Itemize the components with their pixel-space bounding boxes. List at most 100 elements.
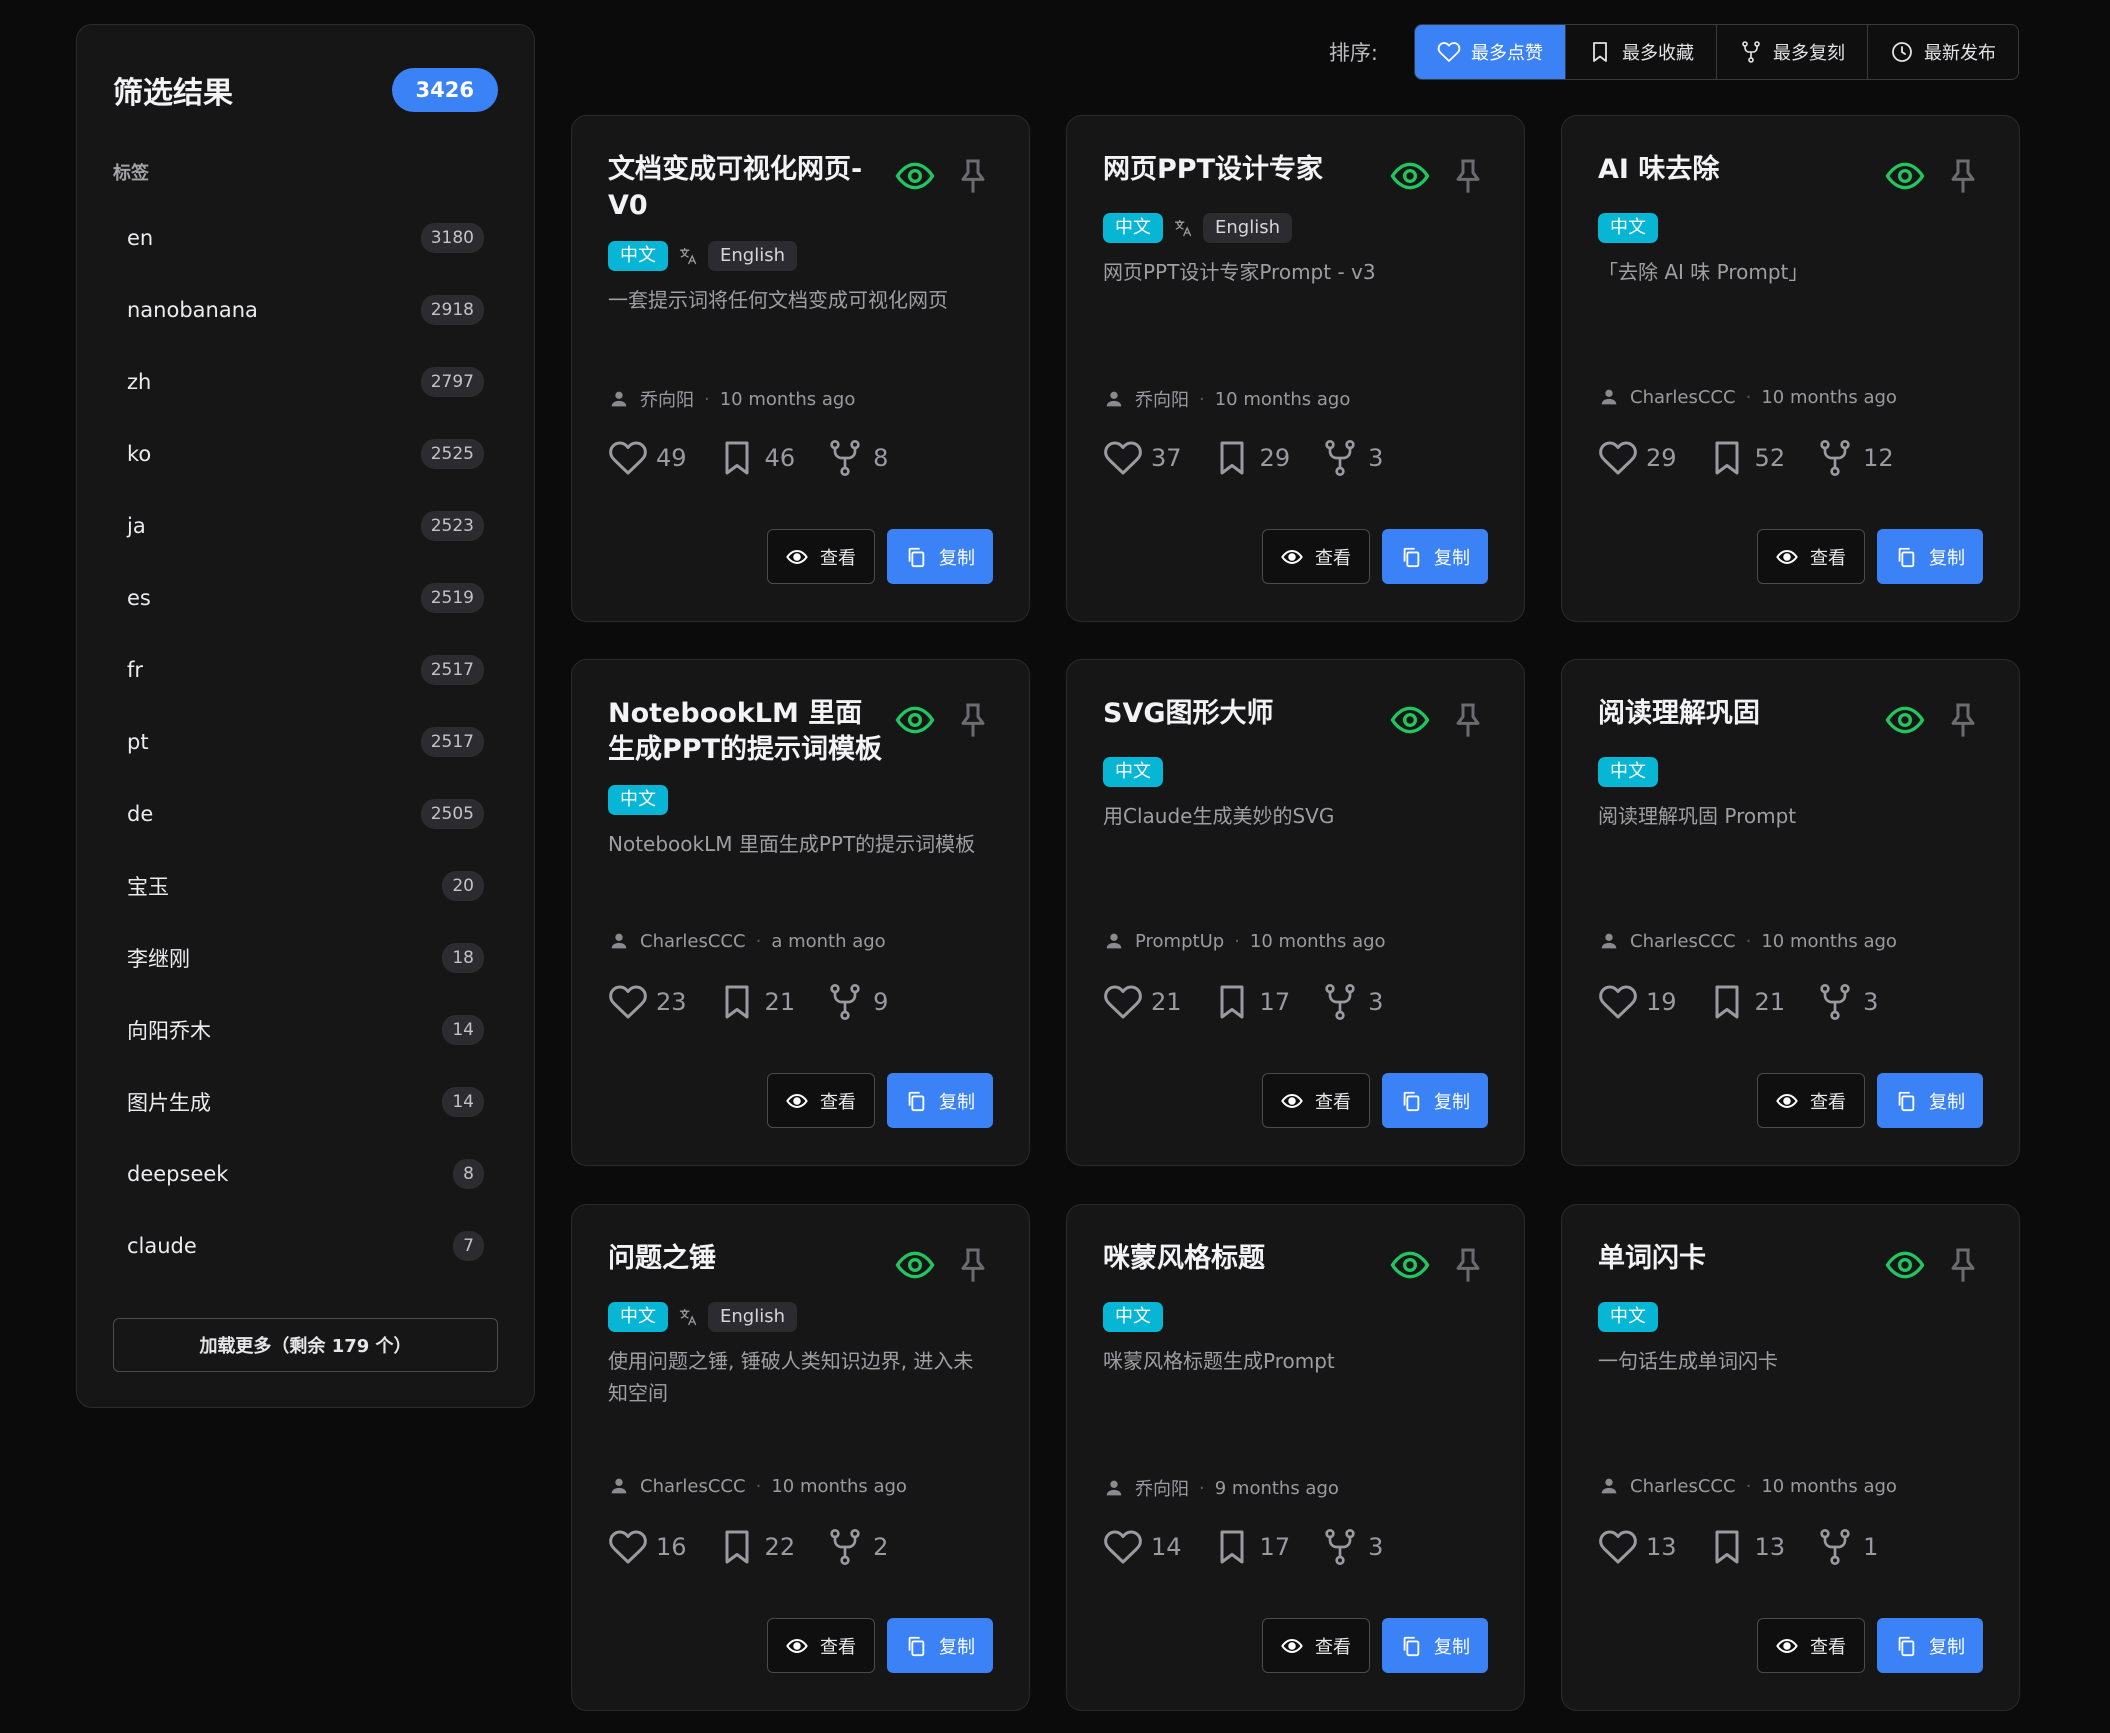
eye-icon[interactable] xyxy=(1390,156,1430,196)
copy-button[interactable]: 复制 xyxy=(887,1073,993,1128)
card-title[interactable]: AI 味去除 xyxy=(1598,152,1873,188)
save-stat[interactable]: 13 xyxy=(1707,1527,1785,1567)
like-stat[interactable]: 23 xyxy=(608,982,687,1022)
eye-icon[interactable] xyxy=(895,156,935,196)
fork-stat[interactable]: 3 xyxy=(1815,982,1878,1022)
tag-item-de[interactable]: de 2505 xyxy=(113,778,498,850)
sort-option-heart[interactable]: 最多点赞 xyxy=(1415,25,1566,79)
prompt-card[interactable]: 文档变成可视化网页-V0 中文 English 一套提示词将任何文档变成可视化网页 乔向… xyxy=(571,115,1030,622)
card-title[interactable]: 文档变成可视化网页-V0 xyxy=(608,152,883,224)
tag-item-nanobanana[interactable]: nanobanana 2918 xyxy=(113,274,498,346)
card-title[interactable]: 问题之锤 xyxy=(608,1241,883,1277)
eye-icon[interactable] xyxy=(1390,1245,1430,1285)
save-stat[interactable]: 52 xyxy=(1707,438,1785,478)
eye-icon[interactable] xyxy=(1885,700,1925,740)
fork-stat[interactable]: 3 xyxy=(1320,982,1383,1022)
pin-icon[interactable] xyxy=(1943,1245,1983,1285)
copy-button[interactable]: 复制 xyxy=(887,529,993,584)
tag-item-zh[interactable]: zh 2797 xyxy=(113,346,498,418)
like-stat[interactable]: 29 xyxy=(1598,438,1677,478)
like-stat[interactable]: 21 xyxy=(1103,982,1182,1022)
fork-stat[interactable]: 8 xyxy=(825,438,888,478)
save-stat[interactable]: 17 xyxy=(1212,1527,1290,1567)
pin-icon[interactable] xyxy=(1448,700,1488,740)
pin-icon[interactable] xyxy=(1943,700,1983,740)
tag-item-pt[interactable]: pt 2517 xyxy=(113,706,498,778)
prompt-card[interactable]: 咪蒙风格标题 中文 咪蒙风格标题生成Prompt 乔向阳 · 9 months ago 14… xyxy=(1066,1204,1525,1711)
copy-button[interactable]: 复制 xyxy=(1877,1073,1983,1128)
card-title[interactable]: 网页PPT设计专家 xyxy=(1103,152,1378,188)
pin-icon[interactable] xyxy=(953,1245,993,1285)
eye-icon[interactable] xyxy=(1885,1245,1925,1285)
prompt-card[interactable]: 阅读理解巩固 中文 阅读理解巩固 Prompt CharlesCCC · 10 month… xyxy=(1561,659,2020,1166)
tag-item-claude[interactable]: claude 7 xyxy=(113,1210,498,1282)
sort-option-clock[interactable]: 最新发布 xyxy=(1868,25,2018,79)
fork-stat[interactable]: 2 xyxy=(825,1527,888,1567)
eye-icon[interactable] xyxy=(1390,700,1430,740)
tag-item-图片生成[interactable]: 图片生成 14 xyxy=(113,1066,498,1138)
tag-item-向阳乔木[interactable]: 向阳乔木 14 xyxy=(113,994,498,1066)
prompt-card[interactable]: 问题之锤 中文 English 使用问题之锤, 锤破人类知识边界, 进入未知空间 Cha… xyxy=(571,1204,1030,1711)
card-title[interactable]: 阅读理解巩固 xyxy=(1598,696,1873,732)
sort-option-fork[interactable]: 最多复刻 xyxy=(1717,25,1868,79)
prompt-card[interactable]: AI 味去除 中文 「去除 AI 味 Prompt」 CharlesCCC · 10 mo… xyxy=(1561,115,2020,622)
pin-icon[interactable] xyxy=(953,700,993,740)
sort-option-bookmark[interactable]: 最多收藏 xyxy=(1566,25,1717,79)
eye-icon[interactable] xyxy=(895,1245,935,1285)
pin-icon[interactable] xyxy=(953,156,993,196)
pin-icon[interactable] xyxy=(1448,156,1488,196)
copy-button[interactable]: 复制 xyxy=(1877,529,1983,584)
view-button[interactable]: 查看 xyxy=(1757,1073,1865,1128)
view-button[interactable]: 查看 xyxy=(1757,1618,1865,1673)
card-title[interactable]: NotebookLM 里面生成PPT的提示词模板 xyxy=(608,696,883,768)
view-button[interactable]: 查看 xyxy=(767,529,875,584)
prompt-card[interactable]: SVG图形大师 中文 用Claude生成美妙的SVG PromptUp · 10 mont… xyxy=(1066,659,1525,1166)
fork-stat[interactable]: 3 xyxy=(1320,1527,1383,1567)
copy-button[interactable]: 复制 xyxy=(887,1618,993,1673)
fork-stat[interactable]: 3 xyxy=(1320,438,1383,478)
card-title[interactable]: 单词闪卡 xyxy=(1598,1241,1873,1277)
like-stat[interactable]: 19 xyxy=(1598,982,1677,1022)
eye-icon[interactable] xyxy=(1885,156,1925,196)
copy-button[interactable]: 复制 xyxy=(1382,529,1488,584)
prompt-card[interactable]: 单词闪卡 中文 一句话生成单词闪卡 CharlesCCC · 10 months ago 1… xyxy=(1561,1204,2020,1711)
eye-icon[interactable] xyxy=(895,700,935,740)
tag-item-es[interactable]: es 2519 xyxy=(113,562,498,634)
save-stat[interactable]: 22 xyxy=(717,1527,795,1567)
tag-item-ko[interactable]: ko 2525 xyxy=(113,418,498,490)
like-stat[interactable]: 13 xyxy=(1598,1527,1677,1567)
tag-item-fr[interactable]: fr 2517 xyxy=(113,634,498,706)
tag-item-en[interactable]: en 3180 xyxy=(113,202,498,274)
like-stat[interactable]: 37 xyxy=(1103,438,1182,478)
tag-item-deepseek[interactable]: deepseek 8 xyxy=(113,1138,498,1210)
pin-icon[interactable] xyxy=(1448,1245,1488,1285)
card-title[interactable]: SVG图形大师 xyxy=(1103,696,1378,732)
save-stat[interactable]: 29 xyxy=(1212,438,1290,478)
copy-button[interactable]: 复制 xyxy=(1877,1618,1983,1673)
view-button[interactable]: 查看 xyxy=(1757,529,1865,584)
view-button[interactable]: 查看 xyxy=(1262,529,1370,584)
tag-item-ja[interactable]: ja 2523 xyxy=(113,490,498,562)
tag-item-宝玉[interactable]: 宝玉 20 xyxy=(113,850,498,922)
card-title[interactable]: 咪蒙风格标题 xyxy=(1103,1241,1378,1277)
save-stat[interactable]: 46 xyxy=(717,438,795,478)
like-stat[interactable]: 14 xyxy=(1103,1527,1182,1567)
save-stat[interactable]: 21 xyxy=(717,982,795,1022)
load-more-button[interactable]: 加载更多（剩余 179 个） xyxy=(113,1318,498,1372)
fork-stat[interactable]: 1 xyxy=(1815,1527,1878,1567)
prompt-card[interactable]: 网页PPT设计专家 中文 English 网页PPT设计专家Prompt - v3 乔向… xyxy=(1066,115,1525,622)
copy-button[interactable]: 复制 xyxy=(1382,1618,1488,1673)
fork-stat[interactable]: 12 xyxy=(1815,438,1894,478)
like-stat[interactable]: 16 xyxy=(608,1527,687,1567)
tag-item-李继刚[interactable]: 李继刚 18 xyxy=(113,922,498,994)
view-button[interactable]: 查看 xyxy=(767,1073,875,1128)
like-stat[interactable]: 49 xyxy=(608,438,687,478)
view-button[interactable]: 查看 xyxy=(1262,1618,1370,1673)
view-button[interactable]: 查看 xyxy=(767,1618,875,1673)
pin-icon[interactable] xyxy=(1943,156,1983,196)
fork-stat[interactable]: 9 xyxy=(825,982,888,1022)
prompt-card[interactable]: NotebookLM 里面生成PPT的提示词模板 中文 NotebookLM 里面生… xyxy=(571,659,1030,1166)
view-button[interactable]: 查看 xyxy=(1262,1073,1370,1128)
save-stat[interactable]: 21 xyxy=(1707,982,1785,1022)
save-stat[interactable]: 17 xyxy=(1212,982,1290,1022)
